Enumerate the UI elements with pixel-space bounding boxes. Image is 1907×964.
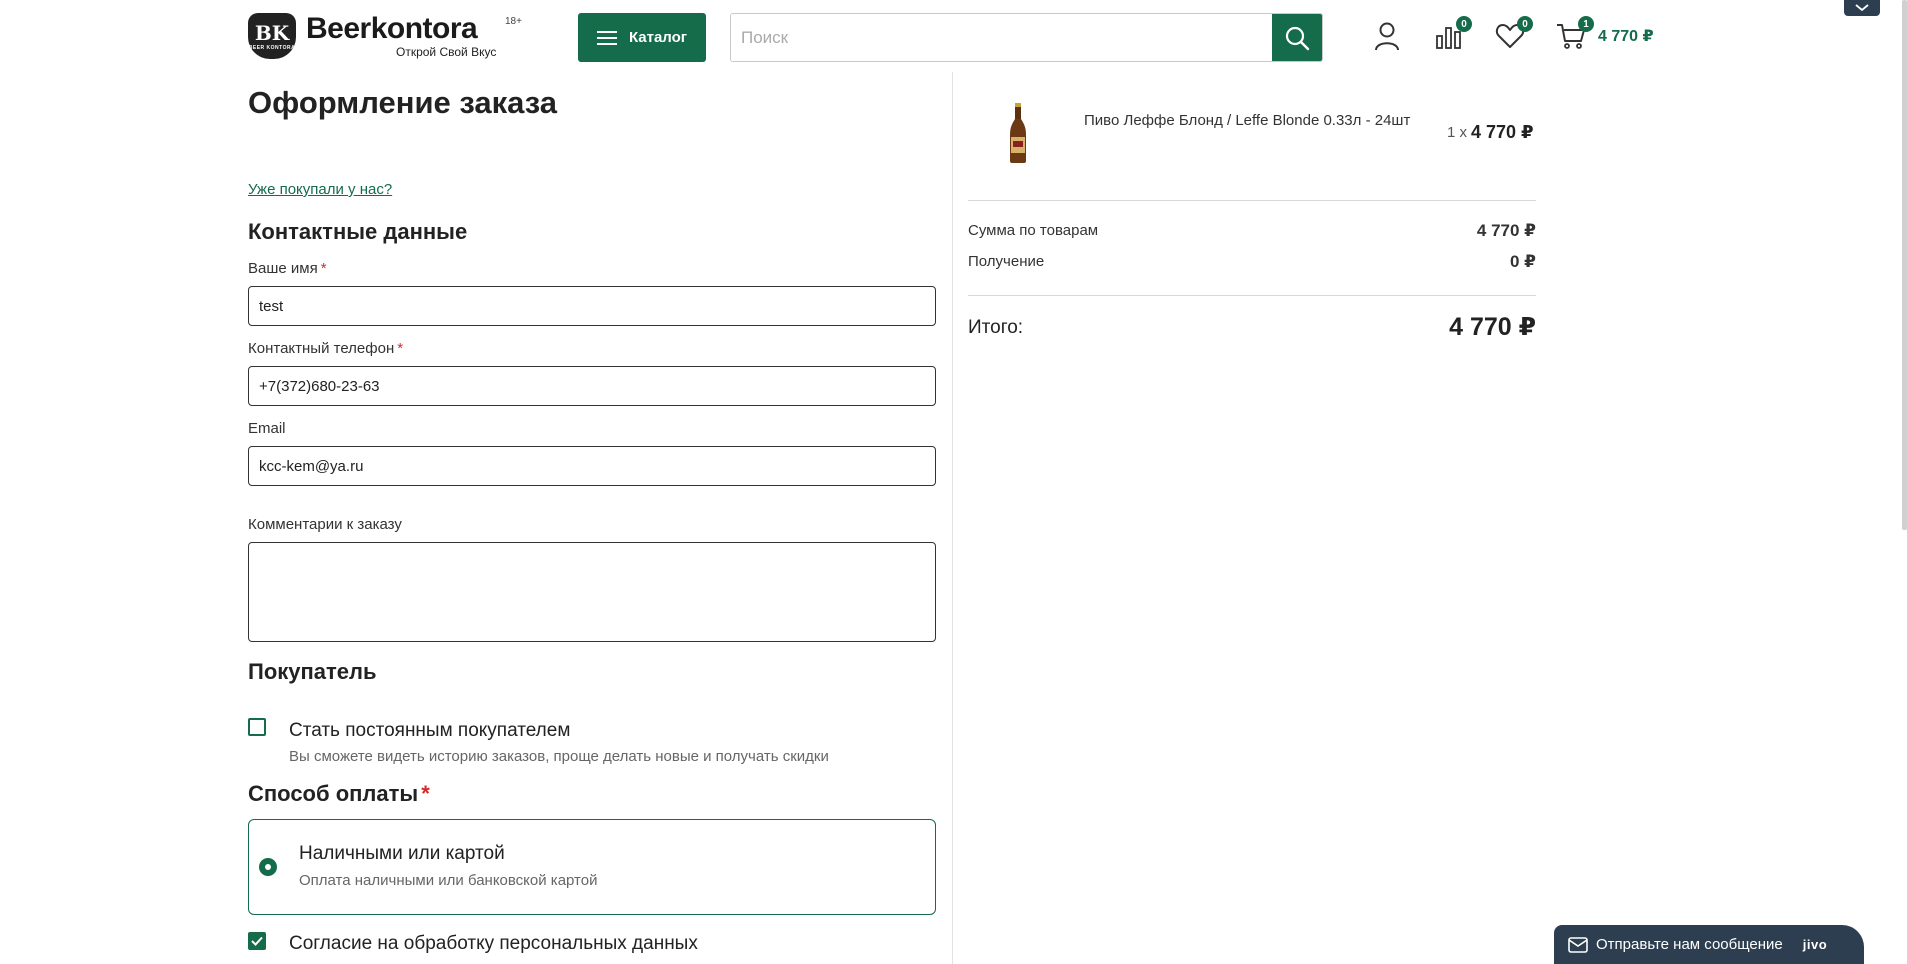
required-mark: *: [320, 260, 327, 277]
comment-label: Комментарии к заказу: [248, 516, 402, 533]
summary-divider: [968, 200, 1536, 201]
regular-buyer-description: Вы сможете видеть историю заказов, проще…: [289, 748, 829, 765]
logo-text: Beerkontora Открой Свой Вкус: [306, 11, 497, 59]
radio-dot: [265, 864, 271, 870]
contacts-section-title: Контактные данные: [248, 219, 468, 244]
payment-option-description: Оплата наличными или банковской картой: [299, 872, 598, 889]
phone-field[interactable]: [248, 366, 936, 406]
required-mark: *: [421, 781, 430, 806]
logo-badge-small: BEER KONTORA: [248, 45, 296, 51]
phone-label: Контактный телефон *: [248, 340, 403, 357]
logo-badge-text: BK: [254, 21, 290, 45]
search-button[interactable]: [1272, 14, 1322, 61]
logo-badge-icon: BK BEER KONTORA: [248, 13, 296, 59]
cart-button[interactable]: 1: [1556, 16, 1594, 52]
comment-field[interactable]: [248, 542, 936, 642]
search-icon: [1285, 26, 1310, 50]
column-divider: [952, 72, 953, 964]
total-label: Итого:: [968, 317, 1024, 338]
phone-label-text: Контактный телефон: [248, 340, 395, 357]
mail-icon: [1568, 936, 1588, 953]
compare-count-badge: 0: [1456, 16, 1472, 32]
logo-name: Beerkontora: [306, 11, 478, 45]
cart-count-badge: 1: [1578, 16, 1594, 32]
regular-buyer-checkbox[interactable]: [248, 718, 266, 736]
user-icon: [1375, 22, 1399, 51]
payment-title-text: Способ оплаты: [248, 781, 419, 806]
age-restriction: 18+: [505, 16, 522, 27]
favorites-count-badge: 0: [1517, 16, 1533, 32]
favorites-button[interactable]: 0: [1495, 16, 1533, 52]
name-label-text: Ваше имя: [248, 260, 318, 277]
email-field[interactable]: [248, 446, 936, 486]
check-icon: [251, 936, 263, 946]
logo[interactable]: BK BEER KONTORA Beerkontora Открой Свой …: [248, 11, 522, 60]
chat-label: Отправьте нам сообщение: [1596, 936, 1783, 953]
payment-option-cash-card[interactable]: Наличными или картой Оплата наличными ил…: [248, 819, 936, 915]
name-label: Ваше имя *: [248, 260, 327, 277]
product-quantity: 1 x: [1447, 124, 1468, 141]
catalog-button[interactable]: Каталог: [578, 13, 706, 62]
payment-radio[interactable]: [259, 858, 277, 876]
compare-button[interactable]: 0: [1434, 16, 1472, 52]
summary-divider: [968, 295, 1536, 296]
regular-buyer-label[interactable]: Стать постоянным покупателем: [289, 720, 570, 742]
total-value: 4 770 ₽: [1449, 313, 1536, 341]
delivery-label: Получение: [968, 253, 1045, 270]
page-scrollbar[interactable]: [1902, 0, 1907, 530]
payment-option-title: Наличными или картой: [299, 843, 505, 864]
search-input[interactable]: [731, 14, 1272, 61]
search-bar: [730, 13, 1323, 62]
delivery-value: 0 ₽: [1509, 252, 1536, 271]
account-button[interactable]: [1372, 20, 1402, 52]
collapse-toggle[interactable]: [1844, 0, 1880, 16]
email-label: Email: [248, 420, 286, 437]
consent-label[interactable]: Согласие на обработку персональных данны…: [289, 933, 698, 955]
payment-section-title: Способ оплаты *: [248, 781, 430, 807]
already-bought-link[interactable]: Уже покупали у нас?: [248, 181, 392, 198]
logo-slogan: Открой Свой Вкус: [396, 44, 497, 59]
site-header: BK BEER KONTORA Beerkontora Открой Свой …: [0, 0, 1907, 72]
goods-sum-value: 4 770 ₽: [1476, 221, 1536, 240]
product-price: 4 770 ₽: [1471, 122, 1534, 142]
consent-checkbox[interactable]: [248, 932, 266, 950]
menu-icon: [596, 30, 617, 45]
required-mark: *: [397, 340, 404, 357]
buyer-section-title: Покупатель: [248, 659, 377, 684]
chevron-down-icon: [1855, 4, 1869, 12]
goods-sum-label: Сумма по товарам: [968, 222, 1099, 239]
beer-bottle-image: [1010, 103, 1026, 163]
page-title: Оформление заказа: [248, 85, 558, 120]
catalog-label: Каталог: [628, 29, 688, 46]
chat-widget[interactable]: Отправьте нам сообщение jivo: [1554, 925, 1864, 964]
jivo-logo: jivo: [1802, 937, 1828, 952]
product-name[interactable]: Пиво Леффе Блонд / Leffe Blonde 0.33л - …: [1084, 109, 1414, 133]
name-field[interactable]: [248, 286, 936, 326]
cart-total[interactable]: 4 770 ₽: [1598, 26, 1654, 46]
